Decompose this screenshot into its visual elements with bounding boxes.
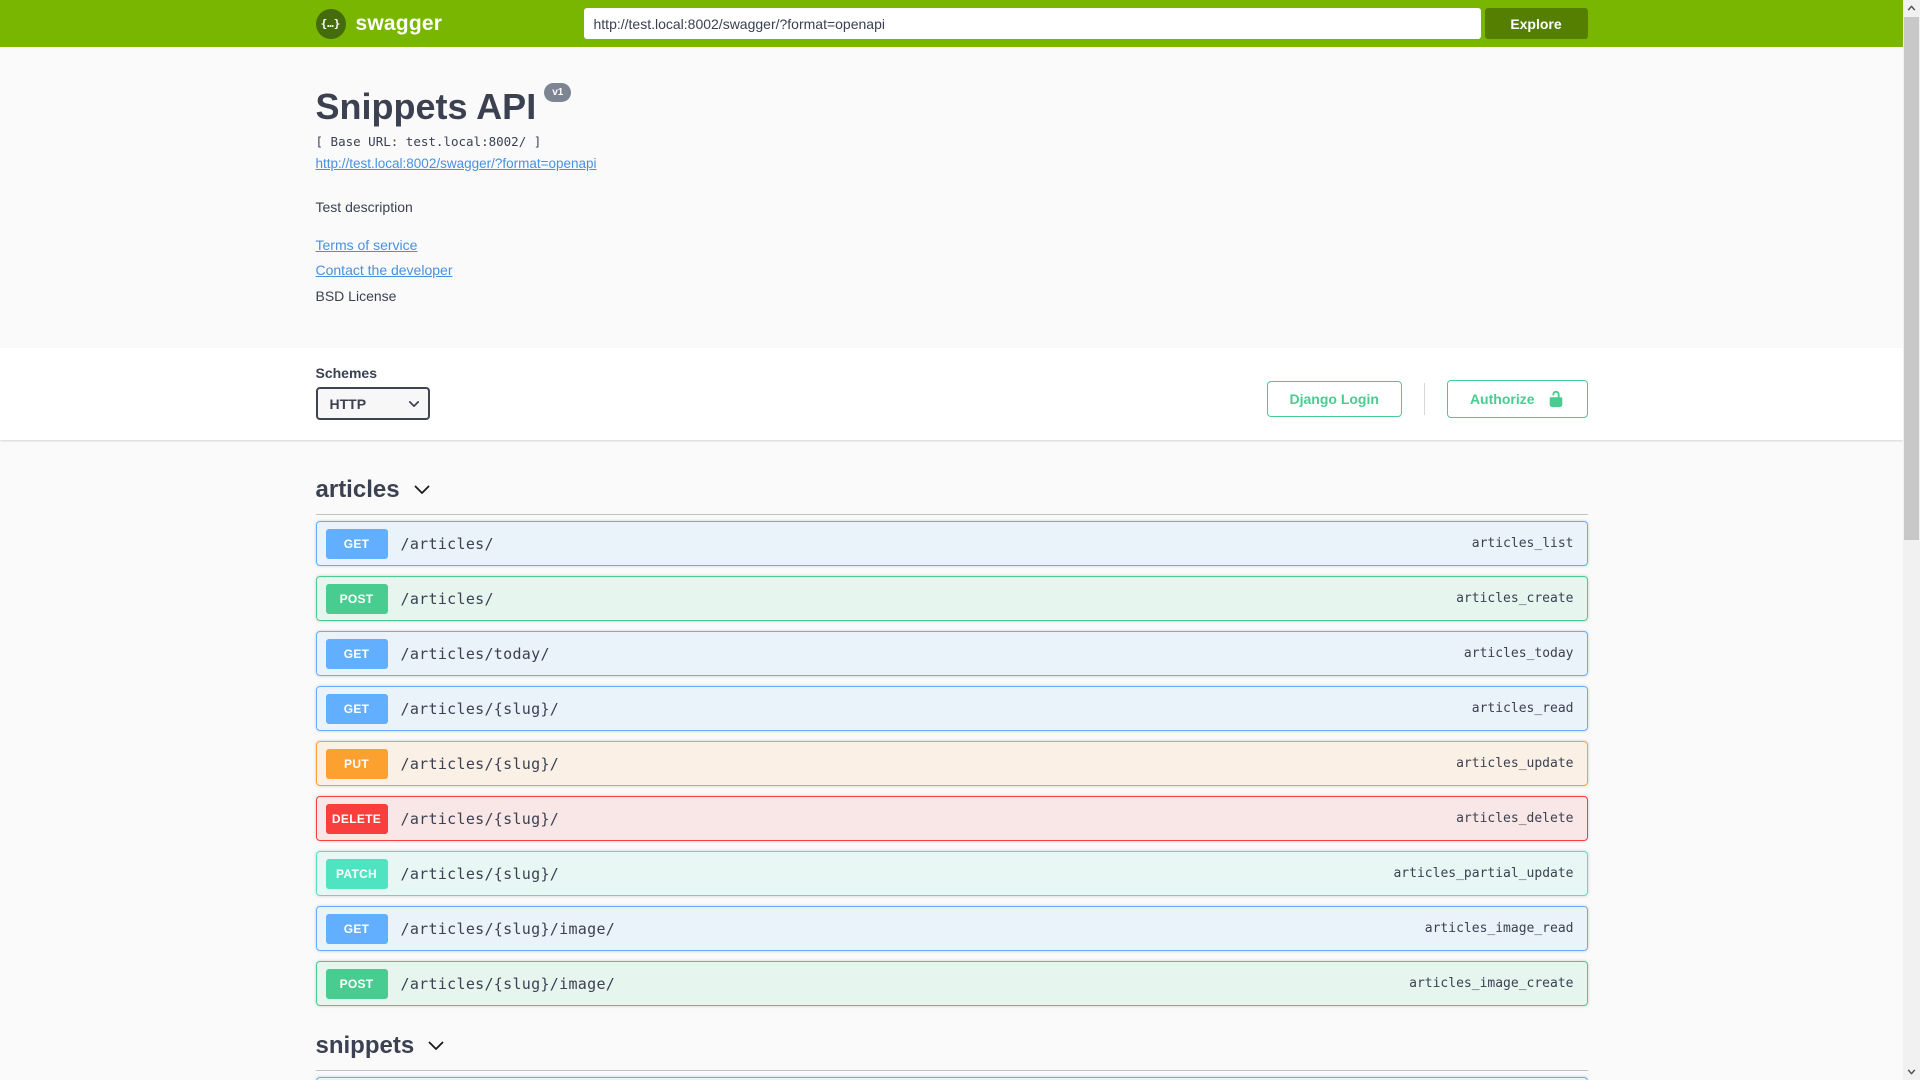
section-title: articles [315,476,400,503]
explore-button[interactable]: Explore [1484,8,1588,39]
operation-path: /articles/{slug}/ [400,699,560,718]
operation-row[interactable]: DELETE /articles/{slug}/ articles_delete [315,796,1588,841]
operation-id: articles_partial_update [1393,866,1574,881]
operation-id: articles_read [1471,701,1574,716]
django-login-button[interactable]: Django Login [1266,381,1402,417]
swagger-logo-icon: {…} [315,8,346,39]
operation-path: /articles/{slug}/image/ [400,974,616,993]
operation-id: articles_create [1456,591,1574,606]
method-badge: GET [325,638,388,669]
base-url: [ Base URL: test.local:8002/ ] [315,134,542,149]
scroll-down-icon[interactable] [1903,1063,1920,1080]
method-badge: POST [325,968,388,999]
operation-list: GET /articles/ articles_list POST /artic… [315,521,1588,1006]
operation-id: articles_today [1463,646,1574,661]
operation-path: /articles/{slug}/ [400,754,560,773]
operation-id: articles_delete [1456,811,1574,826]
tag-header: snippets [315,1022,1588,1071]
vertical-scrollbar [1903,0,1920,1080]
method-badge: POST [325,583,388,614]
api-info-section: Snippets API v1 [ Base URL: test.local:8… [0,47,1903,348]
chevron-down-icon [428,1041,444,1050]
version-badge: v1 [544,83,572,102]
swagger-ui-page: {…} swagger Explore Snippets API v1 [ Ba… [0,0,1903,1080]
operation-path: /articles/{slug}/ [400,864,560,883]
collapse-section-button[interactable] [412,480,432,500]
schemes-label: Schemes [315,365,377,381]
terms-of-service-link[interactable]: Terms of service [316,237,418,253]
tag-section: snippets GET /snippets/ snippets_list [315,1022,1588,1080]
operation-id: articles_image_read [1424,921,1574,936]
topbar: {…} swagger Explore [0,0,1903,47]
method-badge: GET [325,693,388,724]
operation-row[interactable]: POST /articles/ articles_create [315,576,1588,621]
license-text: BSD License [315,288,397,304]
unlocked-padlock-icon [1549,390,1562,408]
authorize-button[interactable]: Authorize [1446,380,1588,418]
operation-row[interactable]: GET /articles/{slug}/ articles_read [315,686,1588,731]
method-badge: PUT [325,748,388,779]
operations-root: articles GET /articles/ articles_list PO… [315,440,1588,1080]
scrollbar-thumb[interactable] [1904,17,1919,540]
operation-id: articles_list [1471,536,1574,551]
method-badge: GET [325,528,388,559]
explore-form: Explore [583,8,1588,39]
method-badge: PATCH [325,858,388,889]
method-badge: GET [325,913,388,944]
swagger-logo: {…} swagger [315,8,443,39]
operation-id: articles_image_create [1409,976,1574,991]
authorize-button-label: Authorize [1469,391,1535,407]
schemes-group: Schemes HTTP [315,365,430,420]
operation-path: /articles/today/ [400,644,550,663]
method-badge: DELETE [325,803,388,834]
spec-link[interactable]: http://test.local:8002/swagger/?format=o… [316,156,597,171]
collapse-section-button[interactable] [426,1036,446,1056]
operation-row[interactable]: PUT /articles/{slug}/ articles_update [315,741,1588,786]
tag-header: articles [315,466,1588,515]
api-description: Test description [315,199,413,215]
section-title: snippets [315,1032,415,1059]
operation-path: /articles/ [400,534,494,553]
auth-wrapper: Django Login Authorize [1266,380,1588,420]
api-title: Snippets API [315,86,537,127]
scheme-section: Schemes HTTP Django Login Authorize [0,348,1903,440]
tag-section: articles GET /articles/ articles_list PO… [315,466,1588,1006]
operation-row[interactable]: PATCH /articles/{slug}/ articles_partial… [315,851,1588,896]
operation-row[interactable]: POST /articles/{slug}/image/ articles_im… [315,961,1588,1006]
scheme-select[interactable]: HTTP [315,387,430,420]
spec-url-input[interactable] [583,8,1481,39]
operation-path: /articles/{slug}/ [400,809,560,828]
operation-row[interactable]: GET /articles/ articles_list [315,521,1588,566]
chevron-down-icon [414,485,429,494]
operation-id: articles_update [1456,756,1574,771]
contact-developer-link[interactable]: Contact the developer [316,262,453,278]
swagger-logo-text: swagger [355,11,443,35]
operation-row[interactable]: GET /articles/{slug}/image/ articles_ima… [315,906,1588,951]
operation-row[interactable]: GET /articles/today/ articles_today [315,631,1588,676]
auth-divider [1423,383,1425,415]
operation-path: /articles/{slug}/image/ [400,919,616,938]
operation-path: /articles/ [400,589,494,608]
scroll-up-icon[interactable] [1903,0,1920,17]
